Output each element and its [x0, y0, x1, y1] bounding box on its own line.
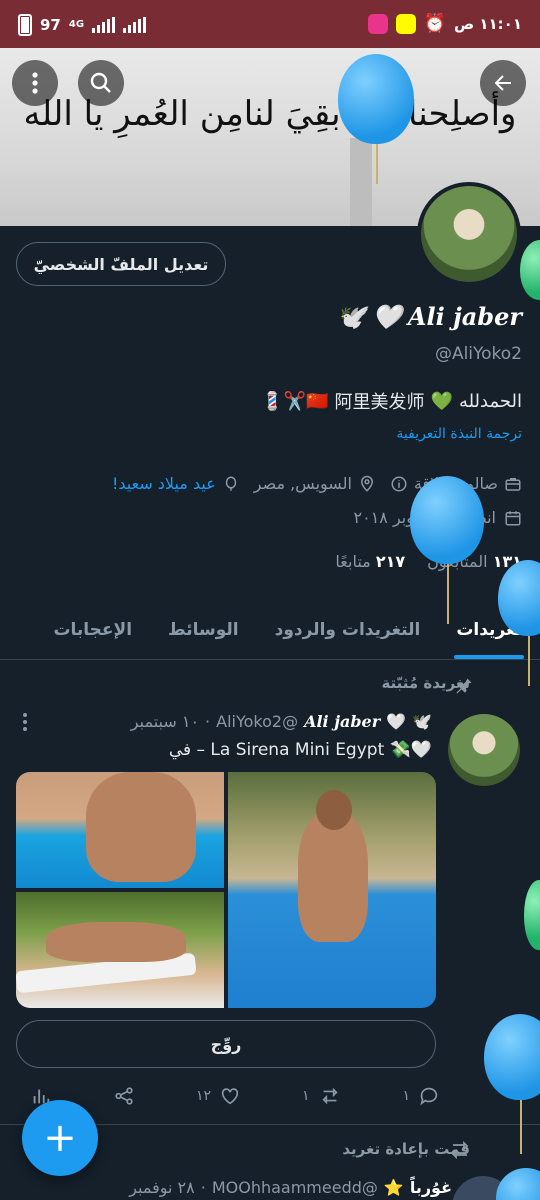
bio-text: الحمدلله — [458, 390, 522, 412]
tiktok-icon — [367, 13, 388, 34]
person-shape — [298, 812, 368, 942]
compose-tweet-button[interactable]: + — [22, 1100, 98, 1176]
user-handle: @AliYoko2 — [434, 344, 522, 364]
profile-avatar[interactable] — [417, 182, 521, 286]
battery-level: 97 — [40, 16, 61, 34]
tweet-text: 🤍💸 La Sirena Mini Egypt – في — [169, 740, 432, 760]
profile-tabs: تغريدات التغريدات والردود الوسائط الإعجا… — [0, 600, 540, 660]
tab-media[interactable]: الوسائط — [150, 600, 257, 659]
like-count: ١٢ — [195, 1088, 211, 1104]
tweet-heart: 🤍 — [386, 712, 407, 731]
tab-likes[interactable]: الإعجابات — [35, 600, 150, 659]
banner-calligraphy: وأصلِحنا فيمابقِيَ لنامِن العُمرِ يا الل… — [23, 94, 517, 134]
edit-profile-button[interactable]: تعديل الملفّ الشخصيّ — [16, 242, 226, 286]
clock: ١١:٠١ ص — [453, 14, 522, 33]
tweet-header: 🕊️ 🤍 Ali jaber @AliYoko2 · ١٠ سبتمبر — [130, 712, 432, 731]
balloon-icon — [225, 476, 236, 491]
retweet-icon — [321, 1087, 338, 1105]
status-bar: 97 4G ١١:٠١ ص ⏰ — [0, 0, 540, 48]
bio-emojis: 🇨🇳✂️💈 — [261, 390, 329, 412]
tweet-date: ١٠ سبتمبر — [130, 712, 200, 731]
balloon-decoration — [410, 476, 484, 624]
signal-icon-2 — [123, 17, 147, 33]
tweet-location[interactable]: La Sirena Mini Egypt – في — [169, 740, 384, 760]
tab-tweets-replies[interactable]: التغريدات والردود — [257, 600, 439, 659]
retweet-count: ١ — [301, 1088, 310, 1104]
retweet-date: ٢٨ نوفمبر — [129, 1178, 195, 1197]
more-options-button[interactable] — [12, 60, 58, 106]
location-text: السويس, مصر — [253, 474, 352, 493]
share-icon — [115, 1087, 133, 1105]
reclining-person-shape — [46, 922, 186, 962]
retweet-header: غوُرباً ⭐ @MOOhhaammeedd · ٢٨ نوفمبر — [129, 1178, 452, 1197]
birthday: عيد ميلاد سعيد! — [112, 474, 240, 493]
battery-icon — [18, 14, 32, 36]
balloon-decoration — [496, 1168, 540, 1200]
dove-emoji: 🕊️ — [336, 302, 366, 331]
tweet-author-name[interactable]: Ali jaber — [304, 712, 380, 731]
search-icon — [90, 72, 111, 93]
retweet-author-name[interactable]: غوُرباً — [410, 1178, 452, 1197]
retweeted-label: قمت بإعادة تغريد — [342, 1140, 470, 1158]
following-count: ٢١٧ — [375, 552, 406, 571]
head-shape — [316, 790, 352, 830]
tweet-more-button[interactable] — [22, 712, 28, 735]
search-button[interactable] — [78, 60, 124, 106]
calendar-icon — [505, 510, 521, 525]
balloon-decoration — [484, 1014, 540, 1154]
location: السويس, مصر — [254, 474, 376, 493]
display-name: 🕊️ 🤍 Ali jaber — [336, 302, 522, 331]
following-label: متابعًا — [335, 552, 371, 571]
promote-button[interactable]: روِّج — [16, 1020, 436, 1068]
location-pin-icon — [360, 475, 373, 492]
balloon-decoration — [338, 54, 414, 184]
retweet-author-handle: @MOOhhaammeedd — [211, 1178, 378, 1197]
banner-pole — [350, 138, 372, 226]
tweet-photo-2[interactable] — [16, 772, 224, 888]
bio-heart: 💚 — [430, 390, 453, 412]
arrow-left-icon — [494, 75, 511, 91]
tweet-actions: ١ ١ ١٢ — [30, 1080, 440, 1112]
briefcase-icon — [505, 477, 521, 491]
reply-button[interactable]: ١ — [402, 1080, 440, 1112]
birthday-text: عيد ميلاد سعيد! — [111, 474, 216, 493]
balloon-decoration — [520, 240, 540, 300]
tweet-author-handle: @AliYoko2 — [216, 712, 299, 731]
tweet-dove: 🕊️ — [412, 712, 432, 731]
reply-icon — [420, 1087, 438, 1106]
alarm-icon: ⏰ — [423, 13, 446, 34]
following-link[interactable]: ٢١٧ متابعًا — [335, 552, 405, 571]
retweet-button[interactable]: ١ — [302, 1080, 342, 1112]
torso-shape — [86, 772, 196, 882]
kebab-menu-icon — [32, 72, 38, 94]
display-name-text: Ali jaber — [407, 302, 522, 331]
network-type: 4G — [68, 19, 85, 30]
info-icon[interactable] — [390, 475, 408, 493]
pinned-label: تغريدة مُثبّتة — [381, 674, 470, 692]
tweet-avatar[interactable] — [448, 714, 520, 786]
tweet-photo-1[interactable] — [228, 772, 436, 1008]
kebab-icon — [23, 713, 27, 731]
translate-bio-link[interactable]: ترجمة النبذة التعريفية — [396, 426, 522, 442]
tweet-photo-3[interactable] — [16, 892, 224, 1008]
tweet-media-grid — [16, 772, 436, 1008]
star-emoji: ⭐ — [383, 1178, 404, 1197]
heart-emoji: 🤍 — [371, 302, 402, 331]
bio-chinese: 阿里美发师 — [334, 392, 425, 413]
reply-count: ١ — [402, 1088, 410, 1104]
tweet-emojis: 🤍💸 — [389, 740, 432, 760]
snapchat-icon — [395, 13, 416, 34]
signal-icon — [92, 17, 116, 33]
back-button[interactable] — [480, 60, 526, 106]
heart-icon — [221, 1088, 239, 1105]
like-button[interactable]: ١٢ — [196, 1080, 241, 1112]
share-button[interactable] — [113, 1080, 135, 1112]
bio: الحمدلله 💚 阿里美发师 🇨🇳✂️💈 — [261, 388, 522, 414]
balloon-decoration — [524, 880, 540, 950]
